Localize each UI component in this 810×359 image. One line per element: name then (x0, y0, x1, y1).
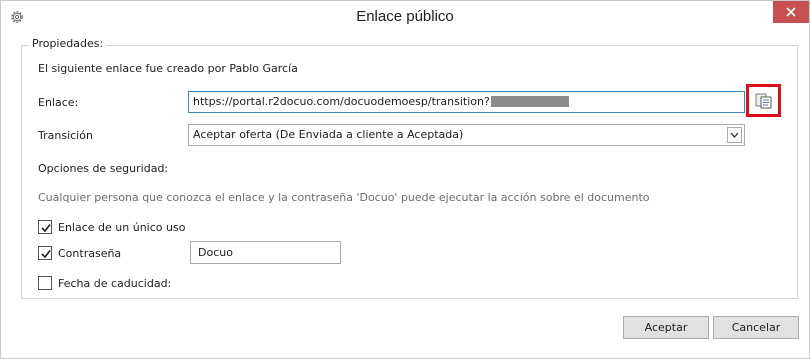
link-label: Enlace: (38, 96, 79, 109)
expiry-label: Fecha de caducidad: (58, 277, 172, 290)
chevron-down-icon[interactable] (727, 127, 742, 143)
close-button[interactable] (773, 1, 809, 23)
copy-to-clipboard-icon[interactable] (755, 93, 773, 109)
security-heading: Opciones de seguridad: (38, 162, 169, 175)
created-by-text: El siguiente enlace fue creado por Pablo… (38, 62, 298, 75)
cancel-button[interactable]: Cancelar (713, 316, 799, 339)
transition-selected-value: Aceptar oferta (De Enviada a cliente a A… (193, 128, 464, 141)
transition-select[interactable]: Aceptar oferta (De Enviada a cliente a A… (188, 124, 745, 146)
single-use-label: Enlace de un único uso (58, 221, 186, 234)
checkmark-icon (41, 224, 51, 233)
link-url-field[interactable]: https://portal.r2docuo.com/docuodemoesp/… (188, 91, 745, 113)
password-checkbox[interactable] (38, 246, 52, 260)
window-title: Enlace público (356, 8, 454, 25)
dialog-window: Enlace público Propiedades: El siguiente… (0, 0, 810, 359)
password-label: Contraseña (58, 247, 122, 260)
title-bar: Enlace público (1, 1, 809, 33)
security-note: Cualquier persona que conozca el enlace … (38, 191, 650, 204)
checkmark-icon (41, 250, 51, 259)
expiry-checkbox[interactable] (38, 276, 52, 290)
accept-button[interactable]: Aceptar (623, 316, 709, 339)
copy-link-highlight (746, 84, 781, 117)
transition-label: Transición (38, 129, 93, 142)
link-url-text: https://portal.r2docuo.com/docuodemoesp/… (193, 95, 490, 108)
redacted-token (490, 96, 569, 107)
single-use-checkbox[interactable] (38, 220, 52, 234)
properties-legend: Propiedades: (29, 37, 107, 50)
close-icon (786, 7, 796, 17)
password-input[interactable]: Docuo (190, 241, 341, 264)
